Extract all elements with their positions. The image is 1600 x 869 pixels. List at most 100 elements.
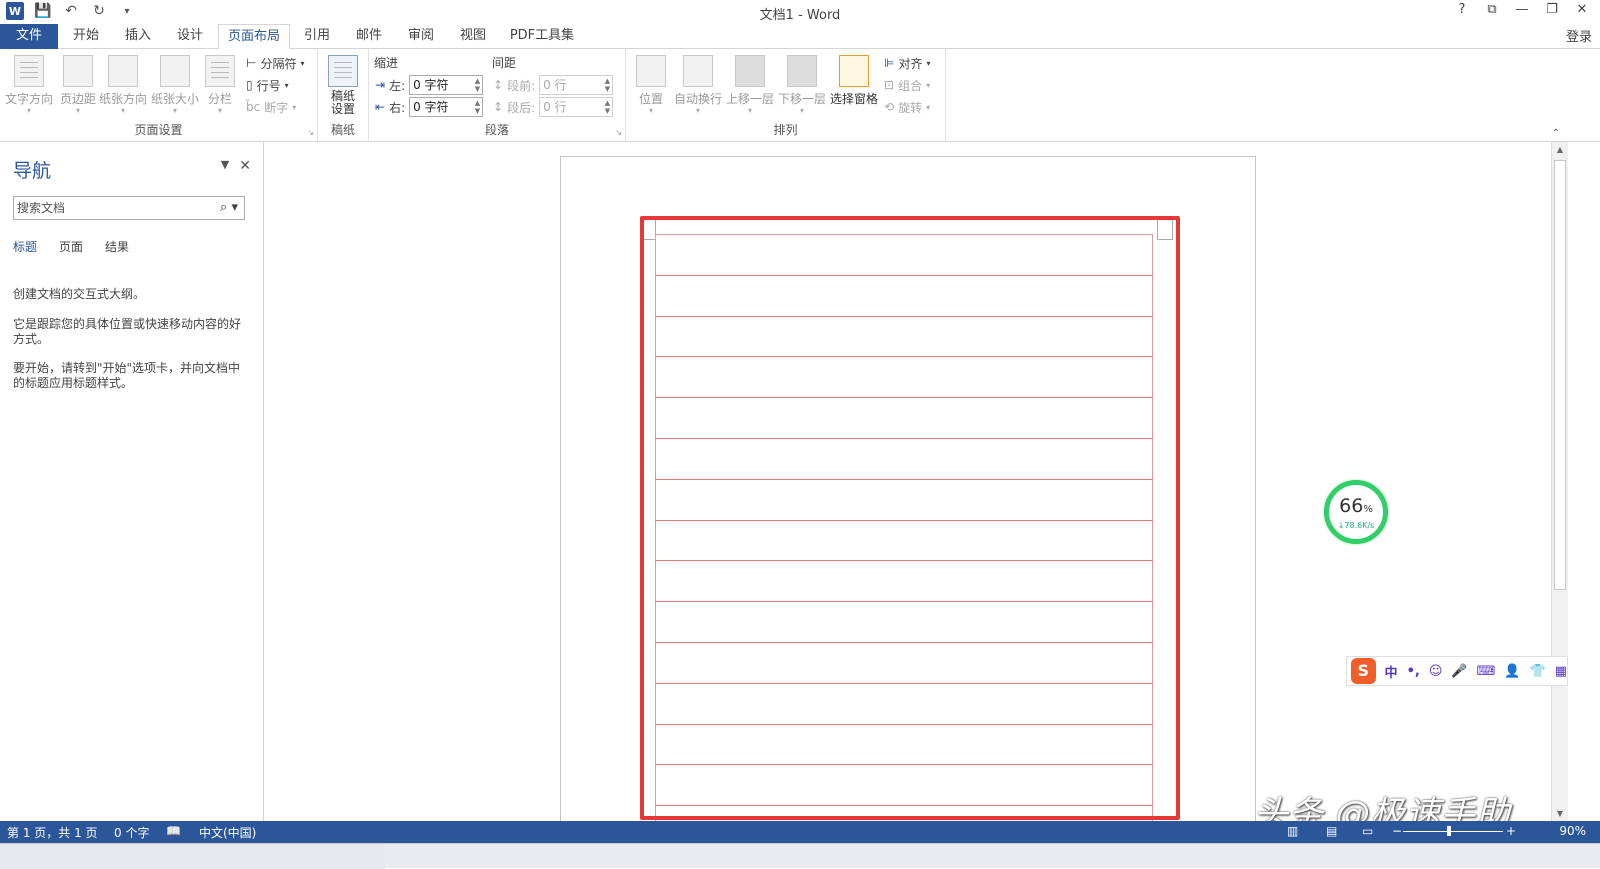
orientation-button[interactable]: 纸张方向 ▾	[98, 53, 148, 115]
indent-right-value: 0 字符	[413, 100, 449, 114]
send-backward-button[interactable]: 下移一层 ▾	[776, 53, 828, 115]
pane-options-icon[interactable]: ▼	[221, 158, 229, 174]
minimize-button[interactable]: —	[1514, 2, 1530, 17]
indent-right-input[interactable]: 0 字符 ▲ ▼	[409, 97, 484, 117]
rotate-label: 旋转	[898, 100, 923, 115]
tab-mailings[interactable]: 邮件	[346, 24, 392, 49]
sign-in-link[interactable]: 登录	[1566, 26, 1592, 45]
network-speed-gauge[interactable]: 66% ↓78.6K/s	[1324, 480, 1388, 544]
word-count[interactable]: 0 个字	[114, 824, 149, 841]
close-button[interactable]: ✕	[1574, 2, 1590, 17]
tab-design[interactable]: 设计	[166, 24, 214, 49]
rotate-button[interactable]: ⟲ 旋转 ▾	[884, 97, 930, 117]
ribbon-tabs: 文件 开始 插入 设计 页面布局 引用 邮件 审阅 视图 PDF工具集	[0, 24, 1600, 50]
read-mode-icon[interactable]: ▥	[1287, 824, 1298, 838]
tab-references[interactable]: 引用	[294, 24, 340, 49]
spacing-before-icon: ↕	[493, 78, 504, 92]
paragraph-group-label: 段落	[484, 123, 509, 137]
tab-review[interactable]: 审阅	[398, 24, 444, 49]
spinner-arrows-icon[interactable]: ▲ ▼	[475, 99, 480, 115]
ime-logo-icon[interactable]: S	[1351, 658, 1376, 684]
tab-results[interactable]: 结果	[105, 238, 129, 255]
selection-pane-button[interactable]: 选择窗格	[828, 53, 880, 115]
ime-keyboard-icon[interactable]: ⌨	[1477, 664, 1496, 679]
ime-emoji-icon[interactable]: ☺	[1429, 664, 1443, 679]
scroll-up-icon[interactable]: ▲	[1552, 145, 1568, 154]
wrap-text-button[interactable]: 自动换行 ▾	[672, 53, 724, 115]
tab-insert[interactable]: 插入	[114, 24, 162, 49]
chevron-down-icon: ▾	[799, 106, 804, 115]
ime-toolbar: S 中 •, ☺ 🎤 ⌨ 👤 👕 ▦	[1346, 656, 1568, 686]
ime-punctuation-icon[interactable]: •,	[1407, 664, 1420, 679]
size-button[interactable]: 纸张大小 ▾	[150, 53, 200, 115]
margins-button[interactable]: 页边距 ▾	[53, 53, 103, 115]
orientation-icon	[108, 55, 138, 87]
ime-skin-icon[interactable]: 👕	[1530, 664, 1546, 679]
zoom-slider[interactable]	[1403, 826, 1503, 836]
ribbon-display-button[interactable]: ⧉	[1484, 2, 1500, 17]
web-layout-icon[interactable]: ▭	[1362, 824, 1373, 838]
orientation-label: 纸张方向	[98, 92, 147, 106]
spinner-arrows-icon[interactable]: ▲ ▼	[605, 77, 610, 93]
tab-pdf-tools[interactable]: PDF工具集	[502, 24, 582, 49]
ime-chinese-mode[interactable]: 中	[1385, 662, 1398, 681]
align-button[interactable]: ⊫ 对齐 ▾	[884, 53, 930, 73]
tab-view[interactable]: 视图	[450, 24, 496, 49]
ime-toolbox-icon[interactable]: ▦	[1555, 664, 1567, 679]
tab-page-layout[interactable]: 页面布局	[218, 24, 290, 50]
help-button[interactable]: ?	[1454, 2, 1470, 17]
zoom-slider-knob[interactable]	[1447, 826, 1451, 836]
zoom-level[interactable]: 90%	[1559, 824, 1586, 838]
spacing-before-input[interactable]: 0 行 ▲ ▼	[539, 75, 614, 95]
dialog-launcher-icon[interactable]: ↘	[307, 128, 314, 137]
status-bar: 第 1 页，共 1 页 0 个字 📖 中文(中国) ▥ ▤ ▭ − + 90%	[0, 821, 1600, 843]
breaks-button[interactable]: ⊢ 分隔符 ▾	[246, 53, 304, 73]
page-count[interactable]: 第 1 页，共 1 页	[7, 824, 98, 841]
search-icon[interactable]: ⌕ ▾	[220, 197, 238, 219]
search-placeholder: 搜索文档	[17, 201, 66, 215]
spacing-after-input[interactable]: 0 行 ▲ ▼	[539, 97, 614, 117]
navigation-pane: 导航 ▼ ✕ 搜索文档 ⌕ ▾ 标题 页面 结果 创建文档的交互式大纲。 它是跟…	[0, 142, 264, 821]
language-indicator[interactable]: 中文(中国)	[199, 824, 256, 841]
indent-right-icon: ⇤	[375, 100, 386, 114]
tab-home[interactable]: 开始	[62, 24, 110, 49]
scroll-down-icon[interactable]: ▼	[1552, 809, 1568, 818]
wrap-text-icon	[683, 55, 713, 87]
dialog-launcher-icon[interactable]: ↘	[615, 128, 622, 137]
selection-pane-icon	[839, 55, 869, 87]
line-numbers-button[interactable]: ▯ 行号 ▾	[246, 75, 289, 95]
bring-forward-button[interactable]: 上移一层 ▾	[724, 53, 776, 115]
ime-user-icon[interactable]: 👤	[1504, 664, 1520, 679]
chevron-down-icon: ▾	[284, 80, 289, 90]
vertical-scrollbar[interactable]: ▲ ▼	[1551, 142, 1568, 821]
chevron-down-icon: ▾	[75, 106, 80, 115]
text-direction-button[interactable]: 文字方向 ▾	[4, 53, 54, 115]
group-objects-button[interactable]: ⊡ 组合 ▾	[884, 75, 930, 95]
ime-voice-icon[interactable]: 🎤	[1451, 664, 1467, 679]
manuscript-settings-button[interactable]: 稿纸 设置	[318, 53, 368, 116]
zoom-out-icon[interactable]: −	[1392, 824, 1402, 838]
spacing-header: 间距	[492, 56, 517, 70]
tab-pages[interactable]: 页面	[59, 238, 83, 255]
text-direction-icon	[14, 55, 44, 87]
search-document-input[interactable]: 搜索文档 ⌕ ▾	[13, 196, 245, 220]
print-layout-icon[interactable]: ▤	[1326, 824, 1337, 838]
restore-button[interactable]: ❐	[1544, 2, 1560, 17]
zoom-in-icon[interactable]: +	[1506, 824, 1516, 838]
columns-button[interactable]: 分栏 ▾	[198, 53, 242, 115]
align-icon: ⊫	[884, 56, 895, 70]
scrollbar-thumb[interactable]	[1554, 160, 1566, 590]
position-button[interactable]: 位置 ▾	[628, 53, 674, 115]
hyphenation-button[interactable]: b̄c 断字 ▾	[246, 97, 296, 117]
tab-file[interactable]: 文件	[0, 24, 58, 49]
close-pane-icon[interactable]: ✕	[239, 158, 251, 174]
indent-left-input[interactable]: 0 字符 ▲ ▼	[409, 75, 484, 95]
chevron-down-icon: ▾	[172, 106, 177, 115]
taskbar-strip	[0, 843, 1600, 869]
proofing-icon[interactable]: 📖	[166, 824, 181, 838]
spinner-arrows-icon[interactable]: ▲ ▼	[605, 99, 610, 115]
tab-headings[interactable]: 标题	[13, 238, 37, 255]
position-icon	[636, 55, 666, 87]
spinner-arrows-icon[interactable]: ▲ ▼	[475, 77, 480, 93]
collapse-ribbon-icon[interactable]: ⌃	[1552, 128, 1560, 139]
